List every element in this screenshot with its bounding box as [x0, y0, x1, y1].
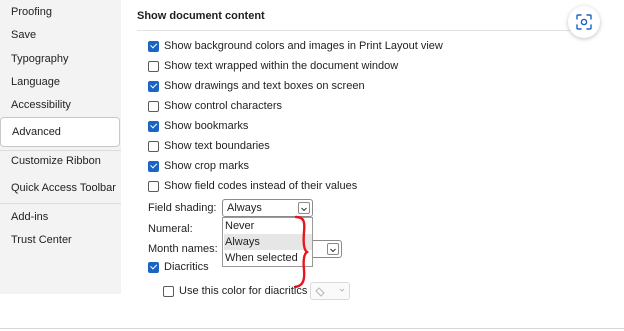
option-label: Show field codes instead of their values	[164, 180, 358, 192]
sidebar-item-customize-ribbon[interactable]: Customize Ribbon	[0, 149, 121, 173]
scan-icon	[576, 14, 592, 30]
option-label: Use this color for diacritics	[179, 285, 308, 297]
checkbox[interactable]	[148, 140, 159, 152]
sidebar-divider	[0, 203, 121, 204]
sidebar-item-language[interactable]: Language	[0, 70, 121, 94]
diacritic-color-picker[interactable]	[310, 282, 350, 300]
option-label: Show background colors and images in Pri…	[164, 40, 443, 52]
option-show-bookmarks[interactable]: Show bookmarks	[148, 118, 248, 134]
month-names-label: Month names:	[148, 243, 218, 255]
option-label: Show control characters	[164, 100, 282, 112]
option-label: Show text wrapped within the document wi…	[164, 60, 399, 72]
checkbox[interactable]	[163, 285, 174, 297]
scan-button[interactable]	[568, 6, 600, 38]
sidebar-item-accessibility[interactable]: Accessibility	[0, 93, 121, 117]
option-show-field-codes[interactable]: Show field codes instead of their values	[148, 178, 357, 194]
option-label: Show text boundaries	[164, 140, 270, 152]
checkbox[interactable]	[148, 40, 159, 52]
checkbox[interactable]	[148, 180, 159, 192]
section-divider	[137, 30, 597, 31]
paint-bucket-icon	[315, 287, 345, 297]
checkbox[interactable]	[148, 120, 159, 132]
field-shading-label: Field shading:	[148, 202, 217, 214]
checkbox[interactable]	[148, 60, 159, 72]
option-show-control-characters[interactable]: Show control characters	[148, 98, 282, 114]
field-shading-value: Always	[227, 202, 262, 214]
sidebar-item-quick-access-toolbar[interactable]: Quick Access Toolbar	[0, 176, 121, 200]
option-show-text-boundaries[interactable]: Show text boundaries	[148, 138, 270, 154]
option-diacritics[interactable]: Diacritics	[148, 259, 209, 275]
checkbox[interactable]	[148, 160, 159, 172]
numeral-label: Numeral:	[148, 223, 193, 235]
sidebar-item-save[interactable]: Save	[0, 23, 121, 47]
sidebar-item-add-ins[interactable]: Add-ins	[0, 205, 121, 229]
option-show-text-wrapped[interactable]: Show text wrapped within the document wi…	[148, 58, 398, 74]
options-panel: Show document content Show background co…	[122, 0, 624, 300]
option-show-crop-marks[interactable]: Show crop marks	[148, 158, 249, 174]
checkbox[interactable]	[148, 80, 159, 92]
option-label: Show drawings and text boxes on screen	[164, 80, 365, 92]
sidebar-item-proofing[interactable]: Proofing	[0, 0, 121, 24]
option-show-background-colors[interactable]: Show background colors and images in Pri…	[148, 38, 443, 54]
chevron-down-icon[interactable]	[298, 202, 310, 214]
option-label: Diacritics	[164, 261, 209, 273]
sidebar-item-advanced[interactable]: Advanced	[0, 117, 120, 147]
bottom-divider	[0, 328, 624, 329]
option-label: Show crop marks	[164, 160, 249, 172]
checkbox[interactable]	[148, 261, 159, 273]
option-show-drawings[interactable]: Show drawings and text boxes on screen	[148, 78, 365, 94]
option-label: Show bookmarks	[164, 120, 249, 132]
section-title: Show document content	[137, 10, 265, 22]
sidebar-item-typography[interactable]: Typography	[0, 47, 121, 71]
annotation-bracket	[293, 215, 310, 289]
option-diacritic-color[interactable]: Use this color for diacritics	[163, 283, 307, 299]
checkbox[interactable]	[148, 100, 159, 112]
chevron-down-icon[interactable]	[327, 243, 339, 255]
sidebar: Proofing Save Typography Language Access…	[0, 0, 121, 294]
sidebar-item-trust-center[interactable]: Trust Center	[0, 228, 121, 252]
